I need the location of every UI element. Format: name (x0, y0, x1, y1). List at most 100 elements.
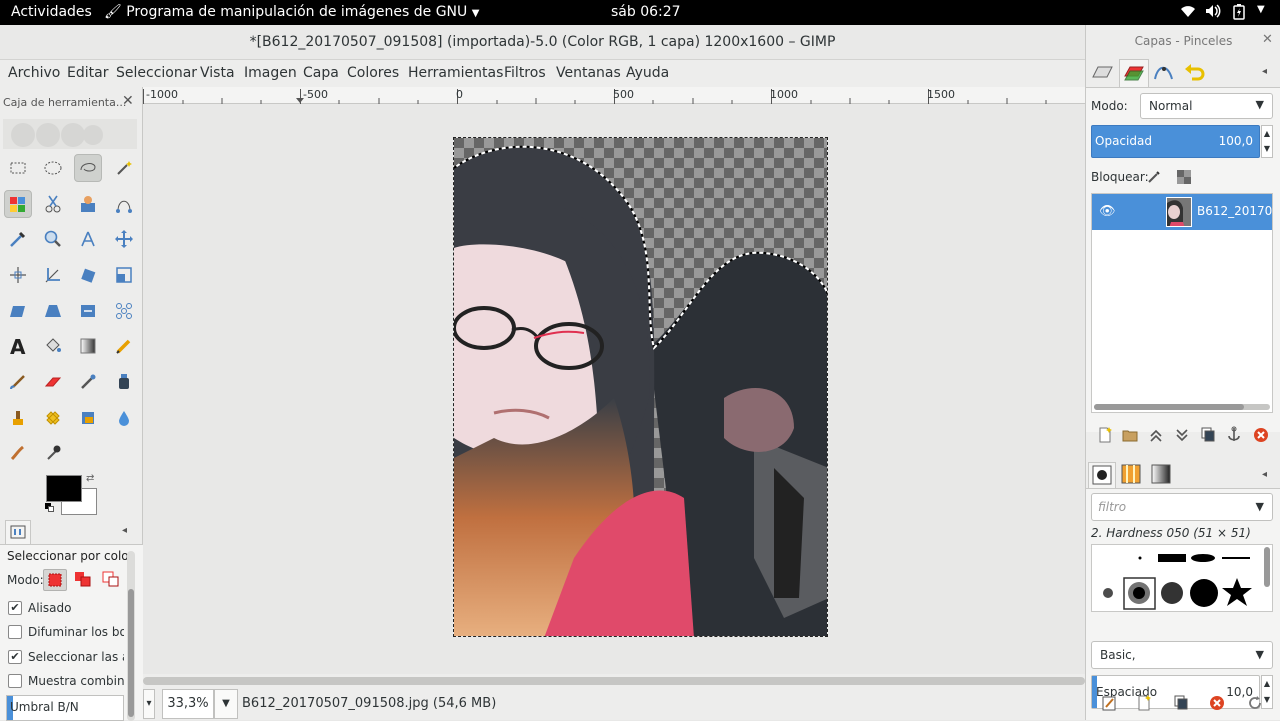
tool-options-menu-icon[interactable]: ◂ (122, 525, 127, 536)
unit-dropdown-icon[interactable]: ▾ (143, 689, 155, 719)
rect-select-icon[interactable] (4, 154, 32, 182)
layer-mode-dropdown[interactable]: Normal ▼ (1140, 93, 1273, 119)
opacity-slider[interactable]: Opacidad 100,0 (1091, 125, 1260, 158)
smudge-tool-icon[interactable] (4, 439, 32, 467)
menu-imagen[interactable]: Imagen (244, 65, 297, 81)
lock-pixels-icon[interactable] (1146, 169, 1162, 185)
menu-colores[interactable]: Colores (347, 65, 399, 81)
gradient-tool-icon[interactable] (74, 332, 102, 360)
rotate-tool-icon[interactable] (74, 261, 102, 289)
foreground-select-icon[interactable] (74, 190, 102, 218)
wifi-icon[interactable] (1180, 4, 1196, 22)
fuzzy-select-icon[interactable] (110, 154, 138, 182)
airbrush-tool-icon[interactable] (74, 368, 102, 396)
menu-ventanas[interactable]: Ventanas (556, 65, 621, 81)
mode-add-button[interactable] (72, 569, 94, 591)
perspective-clone-icon[interactable] (74, 404, 102, 432)
menu-capa[interactable]: Capa (303, 65, 339, 81)
wilber-drop-area[interactable] (3, 119, 137, 149)
crop-tool-icon[interactable] (39, 261, 67, 289)
feather-checkbox[interactable] (8, 625, 22, 639)
pencil-tool-icon[interactable] (110, 332, 138, 360)
align-tool-icon[interactable] (4, 261, 32, 289)
menu-filtros[interactable]: Filtros (504, 65, 546, 81)
layers-horizontal-scrollbar[interactable] (1094, 404, 1270, 410)
dock-close-icon[interactable]: ✕ (1262, 32, 1273, 47)
activities-button[interactable]: Actividades (11, 4, 92, 20)
new-brush-icon[interactable] (1136, 694, 1152, 716)
visibility-eye-icon[interactable]: 👁 (1099, 204, 1116, 219)
layer-name[interactable]: B612_20170507 (1197, 204, 1272, 218)
delete-brush-icon[interactable] (1209, 694, 1225, 716)
canvas-horizontal-scrollbar[interactable] (143, 674, 1085, 688)
tab-gradients-icon[interactable] (1148, 462, 1176, 488)
select-by-color-icon[interactable] (4, 190, 32, 218)
perspective-tool-icon[interactable] (39, 297, 67, 325)
volume-icon[interactable] (1205, 4, 1221, 22)
brush-grid-scrollbar[interactable] (1264, 547, 1270, 587)
app-menu[interactable]: 🖌 Programa de manipulación de imágenes d… (104, 4, 479, 20)
tab-layers-icon[interactable] (1119, 59, 1149, 87)
ink-tool-icon[interactable] (110, 368, 138, 396)
toolbox-close-icon[interactable]: ✕ (122, 93, 134, 109)
threshold-slider[interactable]: Umbral B/N (6, 695, 124, 721)
menu-seleccionar[interactable]: Seleccionar (116, 65, 197, 81)
tab-channels-icon[interactable] (1088, 59, 1118, 87)
lower-layer-icon[interactable] (1174, 426, 1190, 448)
zoom-tool-icon[interactable] (39, 225, 67, 253)
antialias-checkbox[interactable]: ✔ (8, 601, 22, 615)
select-transparent-checkbox[interactable]: ✔ (8, 650, 22, 664)
eraser-tool-icon[interactable] (39, 368, 67, 396)
mode-replace-button[interactable] (43, 569, 67, 591)
tool-options-scrollbar[interactable] (127, 551, 135, 721)
sample-merged-checkbox[interactable] (8, 674, 22, 688)
cage-transform-icon[interactable] (110, 297, 138, 325)
layers-tab-menu-icon[interactable]: ◂ (1262, 66, 1267, 77)
horizontal-ruler[interactable]: -1000 -500 0 500 1000 1500 (143, 87, 1085, 104)
brush-grid[interactable] (1091, 544, 1273, 612)
menu-vista[interactable]: Vista (200, 65, 235, 81)
blur-tool-icon[interactable] (110, 404, 138, 432)
edit-brush-icon[interactable] (1101, 694, 1117, 716)
tab-undo-history-icon[interactable] (1181, 59, 1211, 87)
lock-alpha-icon[interactable] (1176, 169, 1192, 185)
brush-filter-input[interactable]: filtro ▼ (1091, 493, 1273, 521)
duplicate-layer-icon[interactable] (1200, 426, 1216, 448)
scissors-select-icon[interactable] (39, 190, 67, 218)
dodge-burn-icon[interactable] (39, 439, 67, 467)
reset-colors-icon[interactable] (45, 503, 55, 513)
opacity-spinner[interactable]: ▲ ▼ (1261, 125, 1273, 158)
tab-patterns-icon[interactable] (1118, 462, 1146, 488)
menu-herramientas[interactable]: Herramientas (408, 65, 503, 81)
mode-subtract-button[interactable] (100, 569, 122, 591)
refresh-brushes-icon[interactable] (1247, 694, 1263, 716)
clone-tool-icon[interactable] (4, 404, 32, 432)
shear-tool-icon[interactable] (4, 297, 32, 325)
image-canvas[interactable] (143, 104, 1085, 688)
paintbrush-tool-icon[interactable] (4, 368, 32, 396)
tool-options-tab[interactable] (5, 520, 31, 544)
free-select-icon[interactable] (74, 154, 102, 182)
raise-layer-icon[interactable] (1148, 426, 1164, 448)
layer-row[interactable]: 👁 B612_20170507 (1092, 194, 1272, 230)
brush-preset-dropdown[interactable]: Basic, ▼ (1091, 641, 1273, 669)
flip-tool-icon[interactable] (74, 297, 102, 325)
tab-brushes-icon[interactable] (1088, 462, 1116, 488)
measure-tool-icon[interactable] (74, 225, 102, 253)
zoom-input[interactable]: 33,3% (162, 689, 214, 719)
swap-colors-icon[interactable]: ⇄ (86, 473, 94, 484)
menu-archivo[interactable]: Archivo (8, 65, 60, 81)
heal-tool-icon[interactable] (39, 404, 67, 432)
battery-icon[interactable] (1233, 4, 1245, 24)
menu-ayuda[interactable]: Ayuda (626, 65, 669, 81)
tab-paths-icon[interactable] (1150, 59, 1180, 87)
new-layer-group-icon[interactable] (1122, 426, 1138, 448)
move-tool-icon[interactable] (110, 225, 138, 253)
brushes-tab-menu-icon[interactable]: ◂ (1262, 469, 1267, 480)
color-picker-icon[interactable] (4, 225, 32, 253)
duplicate-brush-icon[interactable] (1173, 694, 1189, 716)
new-layer-icon[interactable] (1097, 426, 1113, 448)
ellipse-select-icon[interactable] (39, 154, 67, 182)
clock[interactable]: sáb 06:27 (611, 4, 681, 20)
foreground-color-swatch[interactable] (46, 475, 82, 502)
